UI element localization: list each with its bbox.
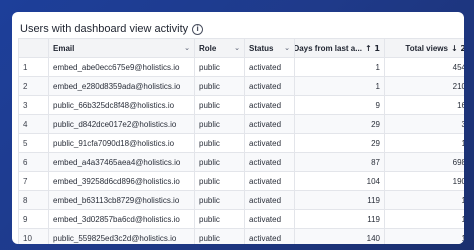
row-index: 7: [18, 171, 49, 191]
status-cell: activated: [244, 114, 295, 134]
table-row[interactable]: 3 public_66b325dc8f48@holistics.io public a…: [18, 95, 464, 115]
status-cell: activated: [244, 190, 295, 210]
status-cell: activated: [244, 152, 295, 172]
status-cell: activated: [244, 76, 295, 96]
sort-descending-icon[interactable]: ↓ 2: [451, 44, 464, 53]
days-cell: 1: [294, 76, 385, 96]
views-cell: 698: [384, 152, 464, 172]
days-cell: 1: [294, 57, 385, 77]
chevron-down-icon[interactable]: ⌄: [284, 44, 290, 52]
role-cell: public: [194, 209, 245, 229]
sort-ascending-icon[interactable]: ↑ 1: [365, 44, 380, 53]
role-cell: public: [194, 171, 245, 191]
row-index: 3: [18, 95, 49, 115]
row-index: 4: [18, 114, 49, 134]
row-index: 9: [18, 209, 49, 229]
column-header-label: Total views: [405, 43, 448, 53]
column-header-index: [18, 38, 49, 58]
column-header-total-views[interactable]: Total views ↓ 2: [384, 38, 464, 58]
status-cell: activated: [244, 228, 295, 244]
email-cell: embed_b63113cb8729@holistics.io: [48, 190, 195, 210]
table-header-row: Email ⌄ Role ⌄ Status ⌄ Days from last a…: [18, 38, 464, 58]
role-cell: public: [194, 228, 245, 244]
days-cell: 104: [294, 171, 385, 191]
email-cell: embed_a4a37465aea4@holistics.io: [48, 152, 195, 172]
column-header-label: Days from last a...: [294, 43, 362, 53]
views-cell: 1: [384, 209, 464, 229]
role-cell: public: [194, 76, 245, 96]
views-cell: 210: [384, 76, 464, 96]
email-cell: public_559825ed3c2d@holistics.io: [48, 228, 195, 244]
views-cell: 1: [384, 133, 464, 153]
status-cell: activated: [244, 133, 295, 153]
days-cell: 9: [294, 95, 385, 115]
column-header-role[interactable]: Role ⌄: [194, 38, 245, 58]
row-index: 8: [18, 190, 49, 210]
email-cell: public_91cfa7090d18@holistics.io: [48, 133, 195, 153]
table-row[interactable]: 4 public_d842dce017e2@holistics.io public a…: [18, 114, 464, 134]
table-row[interactable]: 10 public_559825ed3c2d@holistics.io public…: [18, 228, 464, 244]
days-cell: 87: [294, 152, 385, 172]
table-row[interactable]: 2 embed_e280d8359ada@holistics.io public ac…: [18, 76, 464, 96]
column-header-label: Role: [199, 43, 217, 53]
table-row[interactable]: 9 embed_3d02857ba6cd@holistics.io public ac…: [18, 209, 464, 229]
table-card: Users with dashboard view activity i Ema…: [12, 12, 464, 244]
views-cell: 3: [384, 114, 464, 134]
views-cell: 1: [384, 228, 464, 244]
info-icon[interactable]: i: [192, 23, 204, 35]
days-cell: 140: [294, 228, 385, 244]
email-cell: embed_39258d6cd896@holistics.io: [48, 171, 195, 191]
days-cell: 29: [294, 133, 385, 153]
column-header-label: Status: [249, 43, 274, 53]
row-index: 10: [18, 228, 49, 244]
chevron-down-icon[interactable]: ⌄: [184, 44, 190, 52]
views-cell: 1: [384, 190, 464, 210]
column-header-status[interactable]: Status ⌄: [244, 38, 295, 58]
column-header-email[interactable]: Email ⌄: [48, 38, 195, 58]
role-cell: public: [194, 152, 245, 172]
table-row[interactable]: 8 embed_b63113cb8729@holistics.io public ac…: [18, 190, 464, 210]
table-row[interactable]: 5 public_91cfa7090d18@holistics.io public a…: [18, 133, 464, 153]
table-row[interactable]: 7 embed_39258d6cd896@holistics.io public ac…: [18, 171, 464, 191]
email-cell: embed_e280d8359ada@holistics.io: [48, 76, 195, 96]
status-cell: activated: [244, 171, 295, 191]
column-header-days-from-last-activity[interactable]: Days from last a... ↑ 1: [294, 38, 385, 58]
role-cell: public: [194, 57, 245, 77]
status-cell: activated: [244, 57, 295, 77]
views-cell: 454: [384, 57, 464, 77]
widget-title-text: Users with dashboard view activity: [20, 23, 189, 35]
days-cell: 119: [294, 190, 385, 210]
email-cell: embed_3d02857ba6cd@holistics.io: [48, 209, 195, 229]
email-cell: public_66b325dc8f48@holistics.io: [48, 95, 195, 115]
role-cell: public: [194, 133, 245, 153]
table-row[interactable]: 1 embed_abe0ecc675e9@holistics.io public ac…: [18, 57, 464, 77]
row-index: 2: [18, 76, 49, 96]
days-cell: 29: [294, 114, 385, 134]
row-index: 6: [18, 152, 49, 172]
row-index: 1: [18, 57, 49, 77]
role-cell: public: [194, 95, 245, 115]
column-header-label: Email: [53, 43, 75, 53]
row-index: 5: [18, 133, 49, 153]
chevron-down-icon[interactable]: ⌄: [234, 44, 240, 52]
data-table: Email ⌄ Role ⌄ Status ⌄ Days from last a…: [18, 38, 464, 244]
role-cell: public: [194, 114, 245, 134]
status-cell: activated: [244, 95, 295, 115]
email-cell: public_d842dce017e2@holistics.io: [48, 114, 195, 134]
views-cell: 16: [384, 95, 464, 115]
widget-title: Users with dashboard view activity i: [20, 20, 204, 38]
views-cell: 190: [384, 171, 464, 191]
days-cell: 119: [294, 209, 385, 229]
role-cell: public: [194, 190, 245, 210]
status-cell: activated: [244, 209, 295, 229]
email-cell: embed_abe0ecc675e9@holistics.io: [48, 57, 195, 77]
table-row[interactable]: 6 embed_a4a37465aea4@holistics.io public ac…: [18, 152, 464, 172]
